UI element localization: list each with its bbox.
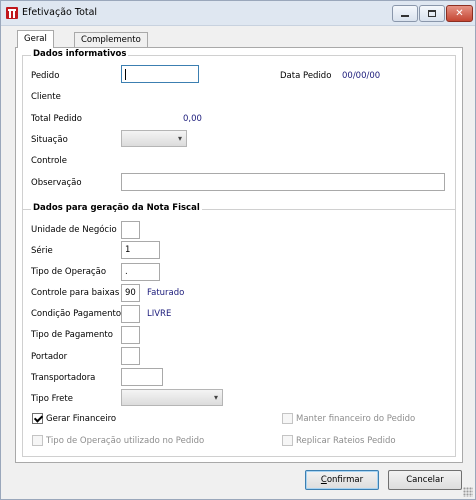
controle-baixas-input[interactable]: 90 (121, 284, 140, 302)
manter-financeiro-checkbox[interactable]: Manter financeiro do Pedido (282, 413, 415, 424)
manter-financeiro-label: Manter financeiro do Pedido (296, 413, 416, 424)
pedido-input[interactable] (121, 65, 199, 83)
cliente-label: Cliente (31, 92, 61, 102)
maximize-button[interactable] (419, 5, 445, 22)
minimize-button[interactable] (392, 5, 418, 22)
dialog-window: Efetivação Total ✕ Geral Complemento Dad… (0, 0, 476, 500)
unidade-negocio-label: Unidade de Negócio (31, 225, 117, 235)
tipo-operacao-pedido-label: Tipo de Operação utilizado no Pedido (46, 435, 205, 446)
title-bar: Efetivação Total ✕ (1, 1, 475, 26)
replicar-rateios-checkbox[interactable]: Replicar Rateios Pedido (282, 435, 396, 446)
app-logo-icon (6, 7, 18, 19)
resize-grip-icon[interactable] (463, 487, 473, 497)
gerar-financeiro-label: Gerar Financeiro (46, 413, 117, 424)
total-pedido-value: 0,00 (183, 114, 202, 124)
tab-complemento[interactable]: Complemento (74, 32, 148, 47)
condicao-pagamento-label: Condição Pagamento (31, 309, 122, 319)
transportadora-input[interactable] (121, 368, 163, 386)
observacao-label: Observação (31, 178, 82, 188)
transportadora-label: Transportadora (31, 373, 96, 383)
tipo-operacao-label: Tipo de Operação (31, 267, 107, 277)
observacao-input[interactable] (121, 173, 445, 191)
replicar-rateios-label: Replicar Rateios Pedido (296, 435, 396, 446)
unidade-negocio-input[interactable] (121, 221, 140, 239)
tab-geral[interactable]: Geral (17, 30, 54, 48)
pedido-label: Pedido (31, 71, 60, 81)
minimize-icon (401, 15, 409, 17)
condicao-pagamento-input[interactable] (121, 305, 140, 323)
serie-input[interactable]: 1 (121, 241, 160, 259)
tipo-pagamento-input[interactable] (121, 326, 140, 344)
situacao-label: Situação (31, 135, 68, 145)
close-icon: ✕ (455, 7, 464, 19)
gerar-financeiro-checkbox[interactable]: Gerar Financeiro (32, 413, 116, 424)
chevron-down-icon: ▾ (213, 393, 218, 402)
controle-label: Controle (31, 156, 67, 166)
checkbox-icon (282, 435, 293, 446)
checkbox-icon (282, 413, 293, 424)
confirmar-button[interactable]: Confirmar (305, 470, 379, 490)
data-pedido-label: Data Pedido (280, 71, 332, 81)
serie-label: Série (31, 246, 53, 256)
tab-panel-geral: Dados informativos Pedido Data Pedido 00… (15, 47, 463, 463)
total-pedido-label: Total Pedido (31, 114, 82, 124)
text-caret (125, 69, 126, 80)
portador-input[interactable] (121, 347, 140, 365)
condicao-pagamento-desc: LIVRE (147, 309, 172, 319)
window-title: Efetivação Total (22, 7, 98, 18)
tipo-operacao-input[interactable]: . (121, 263, 160, 281)
checkbox-icon (32, 435, 43, 446)
data-pedido-value: 00/00/00 (342, 71, 381, 81)
group-title-dados-informativos: Dados informativos (31, 49, 129, 59)
tipo-operacao-pedido-checkbox[interactable]: Tipo de Operação utilizado no Pedido (32, 435, 204, 446)
chevron-down-icon: ▾ (177, 134, 182, 143)
tipo-frete-label: Tipo Frete (31, 394, 73, 404)
controle-baixas-desc: Faturado (147, 288, 185, 298)
close-button[interactable]: ✕ (446, 5, 473, 22)
group-nota-fiscal: Dados para geração da Nota Fiscal Unidad… (22, 203, 456, 457)
tipo-pagamento-label: Tipo de Pagamento (31, 330, 113, 340)
tipo-frete-select[interactable]: ▾ (121, 389, 223, 406)
situacao-select[interactable]: ▾ (121, 130, 187, 147)
cancelar-button[interactable]: Cancelar (388, 470, 462, 490)
confirmar-label: onfirmar (326, 475, 364, 485)
controle-baixas-label: Controle para baixas (31, 288, 120, 298)
checkbox-checked-icon (32, 413, 43, 424)
maximize-icon (428, 10, 436, 17)
group-title-nota-fiscal: Dados para geração da Nota Fiscal (31, 203, 202, 213)
portador-label: Portador (31, 352, 68, 362)
